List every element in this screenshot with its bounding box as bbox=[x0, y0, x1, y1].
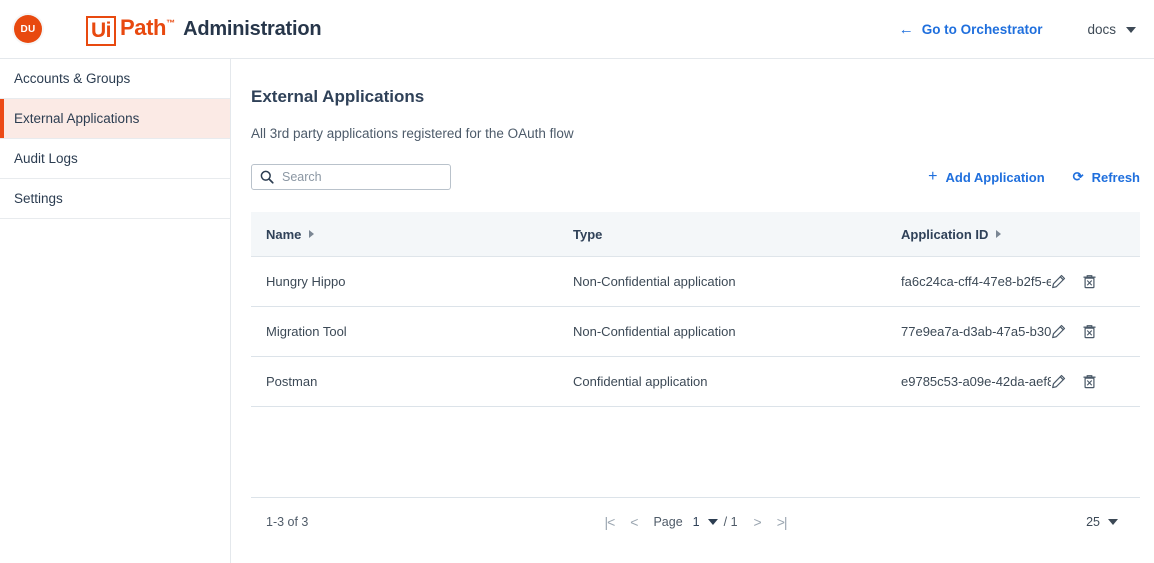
pagination-bar: 1-3 of 3 |< < Page 1 / 1 > >| 25 bbox=[251, 497, 1140, 545]
cell-type: Confidential application bbox=[573, 374, 708, 389]
main-content: External Applications All 3rd party appl… bbox=[232, 59, 1154, 563]
pagination-range: 1-3 of 3 bbox=[266, 514, 309, 529]
top-bar: DU Ui Path ™ Administration ← Go to Orch… bbox=[0, 0, 1154, 59]
avatar[interactable]: DU bbox=[14, 15, 42, 43]
page-title: External Applications bbox=[251, 87, 425, 106]
table-row[interactable]: Postman Confidential application e9785c5… bbox=[251, 357, 1140, 407]
sidebar-item-label: External Applications bbox=[14, 111, 140, 126]
first-page-button[interactable]: |< bbox=[604, 514, 615, 530]
page-size-chevron-down-icon bbox=[1108, 518, 1118, 525]
cell-name: Postman bbox=[266, 374, 318, 389]
sidebar-item-settings[interactable]: Settings bbox=[0, 179, 230, 219]
column-header-name[interactable]: Name bbox=[251, 227, 573, 242]
search-icon bbox=[260, 170, 274, 184]
previous-page-button[interactable]: < bbox=[630, 514, 638, 530]
sidebar: Accounts & Groups External Applications … bbox=[0, 59, 231, 563]
page-size-value: 25 bbox=[1086, 514, 1100, 529]
delete-icon[interactable] bbox=[1082, 274, 1097, 289]
sidebar-item-label: Accounts & Groups bbox=[14, 71, 131, 86]
plus-icon: + bbox=[928, 168, 938, 185]
sort-arrow-icon bbox=[309, 230, 315, 238]
sidebar-item-external-applications[interactable]: External Applications bbox=[0, 99, 230, 139]
cell-actions bbox=[1051, 274, 1125, 289]
page-subtitle: All 3rd party applications registered fo… bbox=[251, 126, 574, 141]
avatar-initials: DU bbox=[20, 23, 36, 35]
column-header-label: Name bbox=[266, 226, 302, 242]
delete-icon[interactable] bbox=[1082, 324, 1097, 339]
page-label: Page bbox=[653, 514, 683, 529]
edit-icon[interactable] bbox=[1051, 374, 1066, 389]
refresh-icon: ⟳ bbox=[1072, 169, 1084, 184]
top-bar-right: ← Go to Orchestrator docs bbox=[899, 22, 1154, 37]
chevron-down-icon bbox=[1126, 27, 1136, 33]
search-box[interactable] bbox=[251, 164, 451, 190]
docs-label: docs bbox=[1087, 21, 1116, 37]
sidebar-item-label: Audit Logs bbox=[14, 151, 78, 166]
total-pages-label: / 1 bbox=[723, 514, 738, 529]
table-header-row: Name Type Application ID bbox=[251, 212, 1140, 257]
sidebar-item-label: Settings bbox=[14, 191, 63, 206]
sidebar-item-audit-logs[interactable]: Audit Logs bbox=[0, 139, 230, 179]
cell-application-id: e9785c53-a09e-42da-aef8 bbox=[901, 374, 1051, 389]
cell-name: Migration Tool bbox=[266, 324, 347, 339]
table-row[interactable]: Migration Tool Non-Confidential applicat… bbox=[251, 307, 1140, 357]
page-select-chevron-down-icon[interactable] bbox=[707, 518, 718, 525]
cell-name: Hungry Hippo bbox=[266, 274, 346, 289]
refresh-label: Refresh bbox=[1091, 169, 1140, 185]
go-to-orchestrator-link[interactable]: ← Go to Orchestrator bbox=[899, 22, 1043, 37]
pagination-controls: |< < Page 1 / 1 > >| bbox=[604, 514, 788, 530]
sort-arrow-icon bbox=[996, 230, 1002, 238]
refresh-button[interactable]: ⟳ Refresh bbox=[1073, 169, 1140, 185]
next-page-button[interactable]: > bbox=[754, 514, 762, 530]
cell-application-id: fa6c24ca-cff4-47e8-b2f5-e bbox=[901, 274, 1051, 289]
add-application-button[interactable]: + Add Application bbox=[928, 169, 1045, 185]
cell-type: Non-Confidential application bbox=[573, 274, 736, 289]
add-application-label: Add Application bbox=[945, 169, 1045, 185]
cell-application-id: 77e9ea7a-d3ab-47a5-b30 bbox=[901, 324, 1051, 339]
column-header-label: Application ID bbox=[901, 226, 989, 242]
edit-icon[interactable] bbox=[1051, 274, 1066, 289]
page-size-selector[interactable]: 25 bbox=[1086, 515, 1140, 529]
go-to-orchestrator-label: Go to Orchestrator bbox=[921, 21, 1043, 37]
current-page-value: 1 bbox=[692, 514, 700, 529]
table-row[interactable]: Hungry Hippo Non-Confidential applicatio… bbox=[251, 257, 1140, 307]
applications-table: Name Type Application ID Hungry Hippo No… bbox=[251, 212, 1140, 545]
uipath-logo-ui-mark: Ui bbox=[86, 16, 116, 46]
toolbar: + Add Application ⟳ Refresh bbox=[251, 164, 1140, 190]
search-input[interactable] bbox=[282, 170, 442, 184]
cell-actions bbox=[1051, 374, 1125, 389]
column-header-type[interactable]: Type bbox=[573, 227, 901, 242]
toolbar-actions: + Add Application ⟳ Refresh bbox=[928, 169, 1140, 185]
column-header-label: Type bbox=[573, 226, 603, 242]
uipath-logo-path-text: Path bbox=[120, 15, 167, 40]
column-header-application-id[interactable]: Application ID bbox=[901, 227, 1051, 242]
cell-type: Non-Confidential application bbox=[573, 324, 736, 339]
sidebar-item-accounts-groups[interactable]: Accounts & Groups bbox=[0, 59, 230, 99]
app-title: Administration bbox=[183, 18, 322, 40]
docs-menu[interactable]: docs bbox=[1087, 22, 1136, 37]
last-page-button[interactable]: >| bbox=[777, 514, 788, 530]
table-empty-space bbox=[251, 407, 1140, 497]
delete-icon[interactable] bbox=[1082, 374, 1097, 389]
cell-actions bbox=[1051, 324, 1125, 339]
trademark-icon: ™ bbox=[166, 18, 176, 28]
brand-logo: Ui Path ™ Administration bbox=[86, 14, 322, 46]
edit-icon[interactable] bbox=[1051, 324, 1066, 339]
arrow-left-icon: ← bbox=[898, 20, 914, 38]
